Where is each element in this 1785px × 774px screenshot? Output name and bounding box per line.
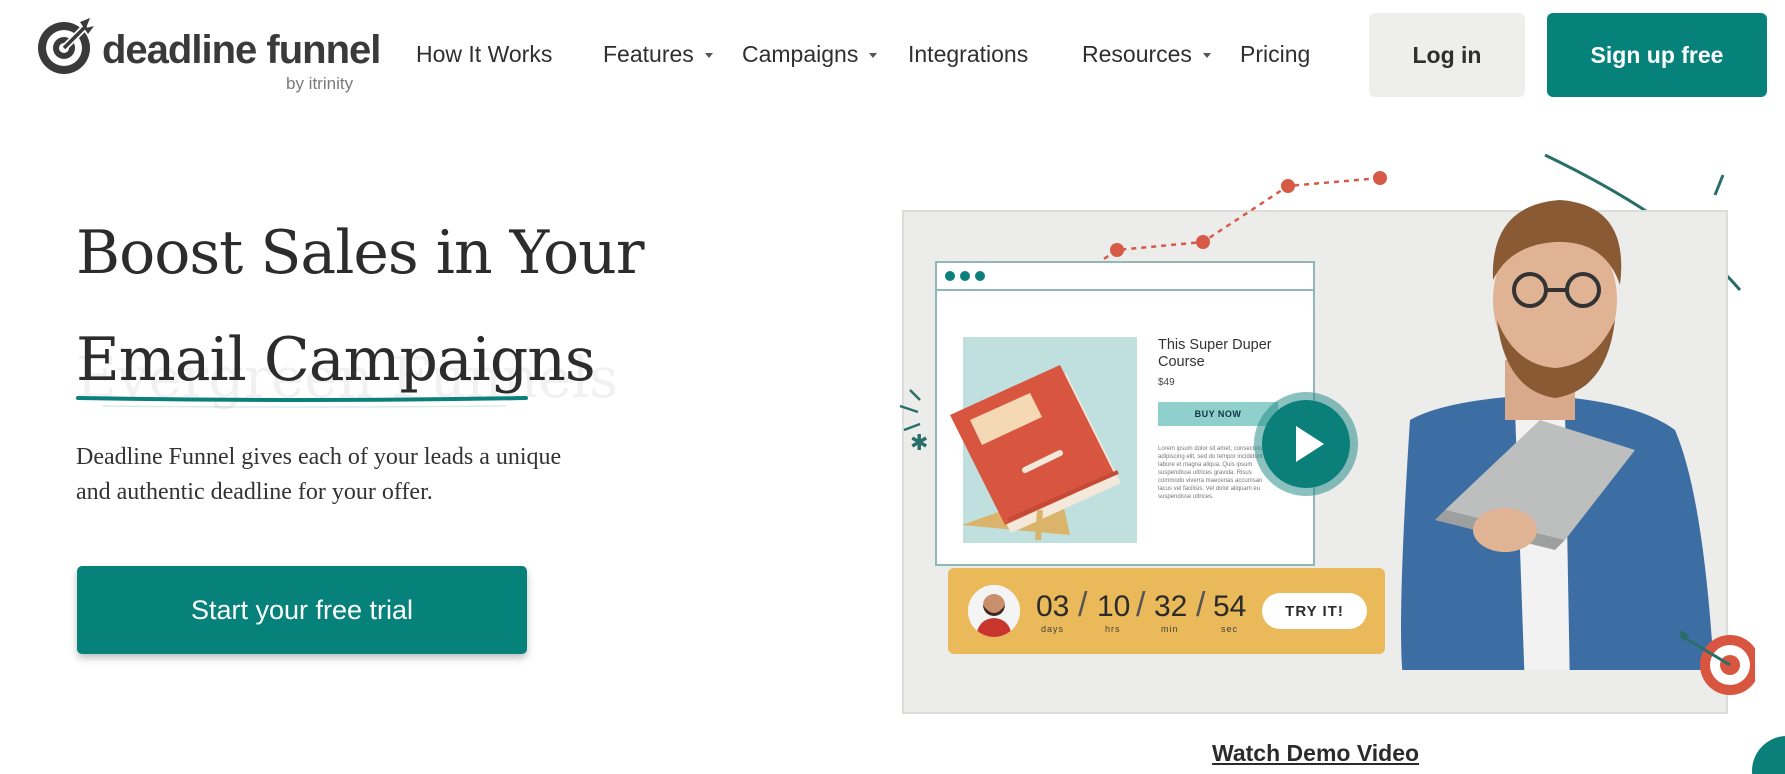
play-icon[interactable] — [1252, 390, 1360, 498]
nav-resources[interactable]: Resources — [1082, 41, 1211, 68]
countdown-separator: / — [1196, 586, 1206, 624]
book-illustration — [950, 365, 1121, 541]
countdown-minutes-unit: min — [1161, 624, 1179, 634]
countdown-hours-unit: hrs — [1105, 624, 1121, 634]
chat-widget-button[interactable] — [1752, 736, 1785, 774]
chevron-down-icon — [704, 53, 713, 58]
nav-label: Pricing — [1240, 41, 1311, 67]
logo-target-icon — [38, 18, 94, 74]
window-dot — [975, 271, 985, 281]
nav-label: Campaigns — [742, 41, 859, 67]
nav-integrations[interactable]: Integrations — [908, 41, 1028, 68]
nav-label: Resources — [1082, 41, 1192, 67]
site-header: deadline funnel by itrinity How It Works… — [0, 0, 1785, 110]
countdown-separator: / — [1136, 586, 1146, 624]
chevron-down-icon — [1202, 53, 1211, 58]
nav-label: Integrations — [908, 41, 1029, 67]
avatar — [968, 585, 1020, 637]
nav-campaigns[interactable]: Campaigns — [742, 41, 878, 68]
countdown-minutes-value: 32 — [1154, 590, 1188, 623]
hero-title-line1: Boost Sales in Your — [76, 218, 645, 288]
countdown-separator: / — [1078, 586, 1088, 624]
countdown-days-unit: days — [1041, 624, 1065, 634]
window-dot — [945, 271, 955, 281]
logo-wordmark: deadline funnel — [102, 28, 381, 72]
countdown-days-value: 03 — [1036, 590, 1070, 623]
nav-how-it-works[interactable]: How It Works — [416, 41, 552, 68]
countdown-hours-value: 10 — [1097, 590, 1131, 623]
window-dot — [960, 271, 970, 281]
hero-description: Deadline Funnel gives each of your leads… — [76, 444, 562, 505]
course-price: $49 — [1158, 377, 1175, 388]
nav-label: How It Works — [416, 41, 553, 67]
logo-byline: by itrinity — [286, 74, 354, 93]
signup-button[interactable]: Sign up free — [1547, 13, 1767, 97]
countdown-timer-bar: 03 days / 10 hrs / 32 min / 54 sec TRY I… — [948, 568, 1385, 654]
nav-features[interactable]: Features — [603, 41, 713, 68]
target-icon — [1679, 630, 1755, 695]
watch-demo-video-link[interactable]: Watch Demo Video — [1212, 740, 1419, 767]
demo-video-thumbnail[interactable]: ✱ This Super Duper Course $49 BUY NOW Lo… — [880, 140, 1785, 740]
start-free-trial-button[interactable]: Start your free trial — [77, 566, 527, 654]
countdown-seconds-unit: sec — [1221, 624, 1239, 634]
title-underline-decoration — [76, 396, 528, 408]
login-button[interactable]: Log in — [1369, 13, 1525, 97]
logo[interactable]: deadline funnel by itrinity — [34, 14, 381, 96]
countdown-seconds-value: 54 — [1213, 590, 1247, 623]
nav-pricing[interactable]: Pricing — [1240, 41, 1310, 68]
chevron-down-icon — [869, 53, 878, 58]
try-it-button: TRY IT! — [1262, 593, 1367, 629]
nav-label: Features — [603, 41, 694, 67]
